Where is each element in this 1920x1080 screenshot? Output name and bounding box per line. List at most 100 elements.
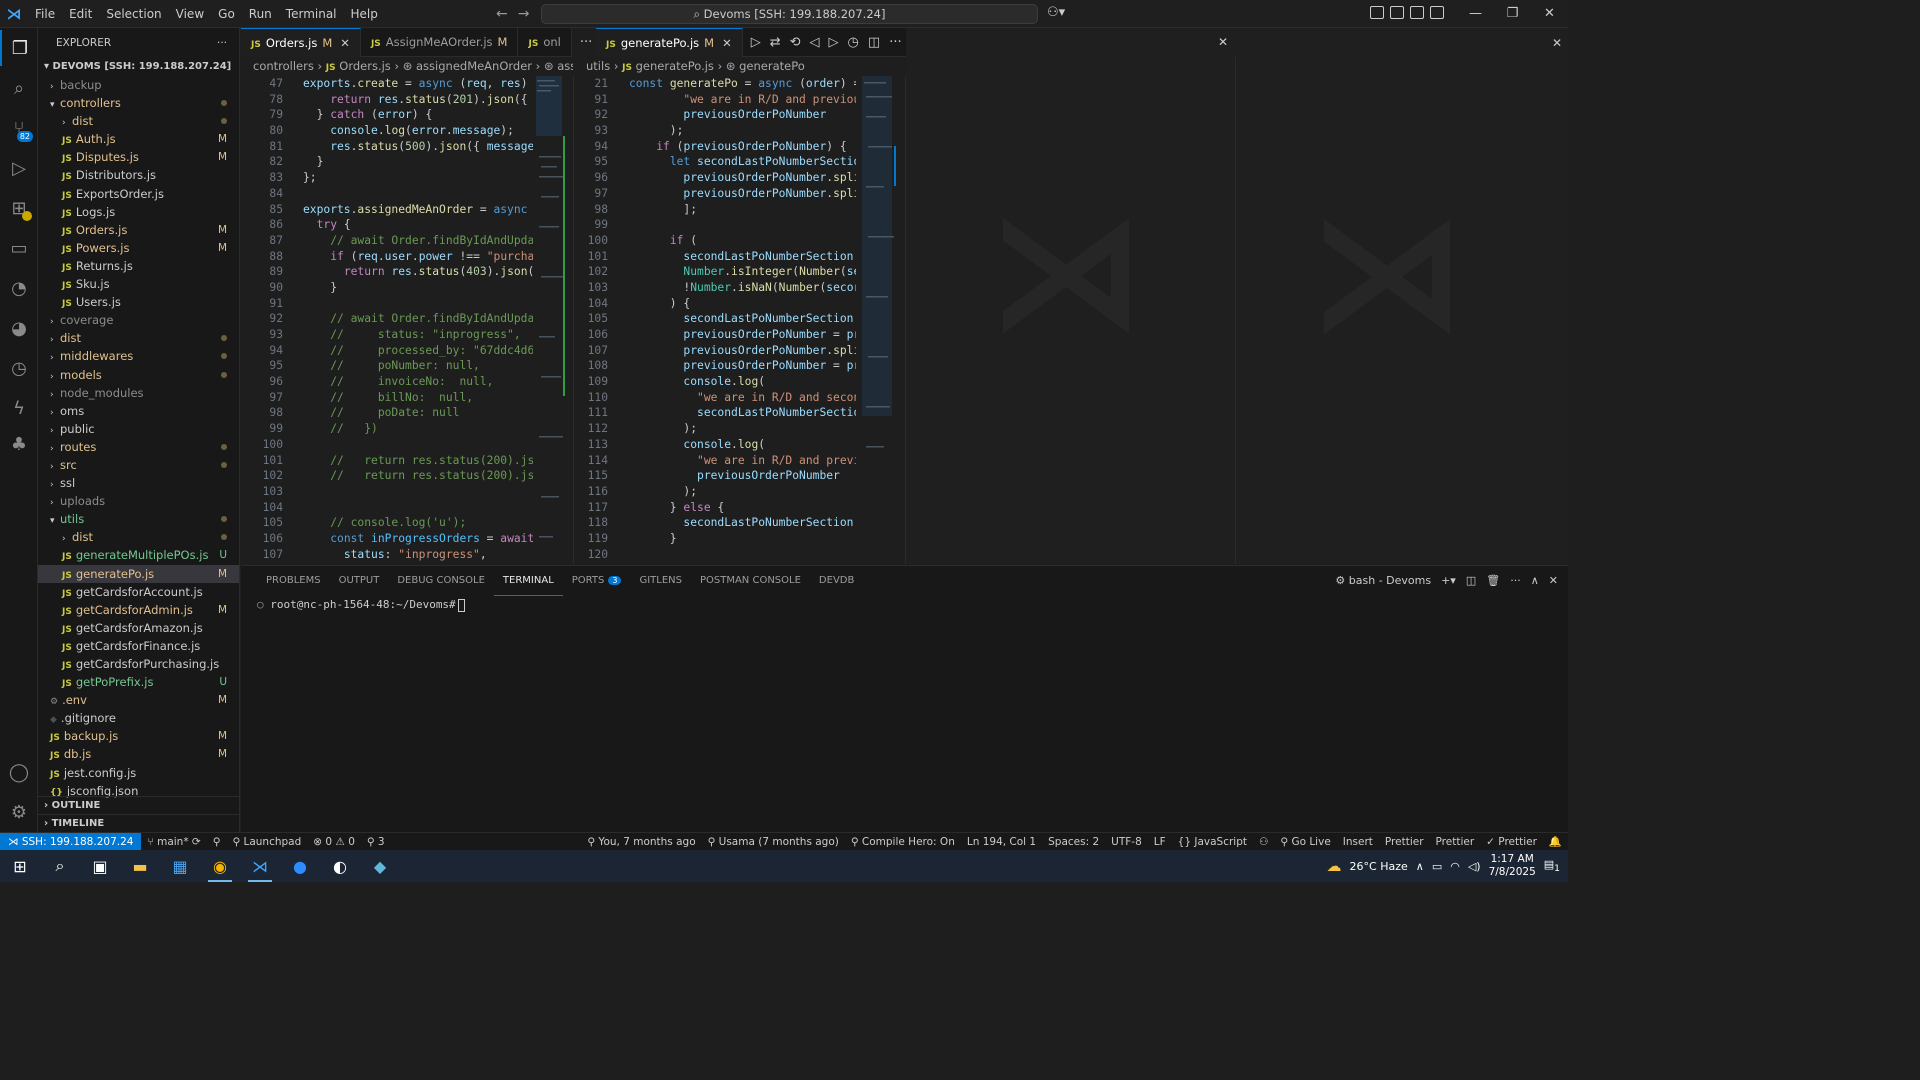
crumb-symbol[interactable]: assignedMeAnOrder	[416, 59, 532, 73]
tree-item-db-js[interactable]: JS db.js M	[38, 745, 239, 763]
copilot-icon[interactable]: ⚇▾	[1047, 5, 1065, 20]
crumb-file[interactable]: Orders.js	[339, 59, 391, 73]
explorer-icon[interactable]: ❐	[0, 30, 38, 66]
compare-icon[interactable]: ⇄	[770, 35, 781, 50]
insert-mode[interactable]: Insert	[1337, 836, 1379, 848]
close-group-icon[interactable]: ✕	[1218, 28, 1228, 57]
tree-item-utils[interactable]: ▾ utils	[38, 510, 239, 528]
close-panel-icon[interactable]: ✕	[1549, 566, 1558, 595]
menu-item-edit[interactable]: Edit	[62, 0, 99, 28]
python-icon[interactable]: ♣	[0, 426, 38, 462]
tree-item-coverage[interactable]: › coverage	[38, 311, 239, 329]
blame-item[interactable]: ⚲ You, 7 months ago	[581, 836, 701, 848]
crumb-symbol-2[interactable]: assigned	[557, 59, 573, 73]
prettier-2[interactable]: Prettier	[1430, 836, 1481, 848]
tree-item-distributors-js[interactable]: JS Distributors.js	[38, 166, 239, 184]
more-actions-icon[interactable]: ···	[580, 35, 592, 50]
workspace-root[interactable]: ▾ DEVOMS [SSH: 199.188.207.24]	[38, 58, 239, 76]
tab-onl[interactable]: JS onl	[518, 28, 572, 57]
search-icon[interactable]: ⌕	[0, 70, 38, 106]
menu-item-file[interactable]: File	[28, 0, 62, 28]
tree-item-jest-config-js[interactable]: JS jest.config.js	[38, 764, 239, 782]
source-control-icon[interactable]: ⑂ 82	[0, 110, 38, 146]
left-code[interactable]: exports.create = async (req, res) => ret…	[303, 76, 533, 562]
nav-arrows[interactable]: ←→	[496, 0, 539, 28]
store-icon[interactable]: ▦	[160, 850, 200, 882]
notifications-icon[interactable]: ▤1	[1544, 858, 1560, 874]
tree-item-ssl[interactable]: › ssl	[38, 474, 239, 492]
right-minimap[interactable]	[856, 76, 906, 564]
tree-item--gitignore[interactable]: ◆ .gitignore	[38, 709, 239, 727]
tree-item-dist[interactable]: › dist	[38, 329, 239, 347]
gitlens-icon[interactable]: ◔	[0, 270, 38, 306]
lightning-icon[interactable]: ϟ	[0, 390, 38, 426]
panel-tab-postman-console[interactable]: POSTMAN CONSOLE	[691, 566, 810, 595]
prettier-1[interactable]: Prettier	[1379, 836, 1430, 848]
menu-item-help[interactable]: Help	[344, 0, 385, 28]
panel-tab-debug-console[interactable]: DEBUG CONSOLE	[388, 566, 494, 595]
tree-item-generatepo-js[interactable]: JS generatePo.js M	[38, 564, 239, 583]
tree-item-getcardsforamazon-js[interactable]: JS getCardsforAmazon.js	[38, 619, 239, 637]
toggle-sidebar-icon[interactable]	[1390, 6, 1404, 19]
panel-tab-problems[interactable]: PROBLEMS	[257, 566, 330, 595]
encoding[interactable]: UTF-8	[1105, 836, 1148, 848]
toggle-panel-icon[interactable]	[1410, 6, 1424, 19]
tree-item-sku-js[interactable]: JS Sku.js	[38, 275, 239, 293]
panel-tab-output[interactable]: OUTPUT	[330, 566, 389, 595]
eol[interactable]: LF	[1148, 836, 1172, 848]
tree-item-controllers[interactable]: ▾ controllers	[38, 94, 239, 112]
tab-generatepo-js[interactable]: JS generatePo.js M ✕	[596, 28, 743, 57]
crumb-file[interactable]: generatePo.js	[636, 59, 714, 73]
extensions-icon[interactable]: ⊞	[0, 190, 38, 226]
outline-section[interactable]: › OUTLINE	[38, 796, 239, 814]
remote-explorer-icon[interactable]: ▭	[0, 230, 38, 266]
tree-item-orders-js[interactable]: JS Orders.js M	[38, 221, 239, 239]
menu-item-view[interactable]: View	[169, 0, 211, 28]
tree-item-getpoprefix-js[interactable]: JS getPoPrefix.js U	[38, 673, 239, 691]
postman-icon[interactable]: ◕	[0, 310, 38, 346]
menu-item-terminal[interactable]: Terminal	[279, 0, 344, 28]
wifi-icon[interactable]: ◠	[1450, 860, 1460, 873]
indentation[interactable]: Spaces: 2	[1042, 836, 1105, 848]
branch-item[interactable]: ⑂ main* ⟳	[141, 836, 206, 848]
account-icon[interactable]: ◯	[0, 754, 38, 790]
git-graph-icon[interactable]: ⚲	[207, 836, 227, 848]
command-center-search[interactable]: ⌕ Devoms [SSH: 199.188.207.24]	[541, 4, 1038, 24]
clock[interactable]: 1:17 AM 7/8/2025	[1489, 853, 1536, 879]
tree-item-users-js[interactable]: JS Users.js	[38, 293, 239, 311]
crumb-folder[interactable]: utils	[586, 59, 610, 73]
vscode-taskbar-icon[interactable]: ⋊	[240, 850, 280, 882]
tree-item-routes[interactable]: › routes	[38, 438, 239, 456]
tab-assignmeaorder-js[interactable]: JS AssignMeAOrder.js M	[361, 28, 519, 57]
timeline-icon[interactable]: ◷	[848, 35, 859, 50]
panel-tab-terminal[interactable]: TERMINAL	[493, 566, 563, 596]
volume-icon[interactable]: ◁)	[1468, 860, 1481, 873]
timeline-section[interactable]: › TIMELINE	[38, 814, 239, 832]
bell-icon[interactable]: 🔔	[1543, 835, 1568, 848]
zoom-icon[interactable]: ●	[280, 850, 320, 882]
customize-layout-icon[interactable]	[1370, 6, 1384, 19]
compass-app-icon[interactable]: ◐	[320, 850, 360, 882]
tree-item-getcardsforaccount-js[interactable]: JS getCardsforAccount.js	[38, 583, 239, 601]
tree-item-generatemultiplepos-js[interactable]: JS generateMultiplePOs.js U	[38, 546, 239, 564]
more-actions-icon[interactable]: ···	[889, 35, 901, 50]
more-icon[interactable]: ···	[1510, 566, 1521, 595]
close-tab-icon[interactable]: ✕	[722, 36, 732, 50]
weather-label[interactable]: 26°C Haze	[1350, 860, 1408, 873]
battery-icon[interactable]: ▭	[1432, 860, 1442, 873]
kill-terminal-icon[interactable]: 🗑	[1486, 566, 1500, 595]
tree-item-backup-js[interactable]: JS backup.js M	[38, 727, 239, 745]
app-icon[interactable]: ◆	[360, 850, 400, 882]
left-editor[interactable]: 47 78 79 80 81 82 83 84 85 86 87 88 89 90 91 92 93 94 95 96…	[241, 76, 533, 564]
task-view-icon[interactable]: ▣	[80, 850, 120, 882]
tree-item-uploads[interactable]: › uploads	[38, 492, 239, 510]
tree-item--env[interactable]: ⚙ .env M	[38, 691, 239, 709]
right-editor[interactable]: 21 91 92 93 94 95 96 97 98 99 100 101 102 103 104 105 10…	[573, 76, 856, 564]
close-tab-icon[interactable]: ✕	[340, 36, 350, 50]
windows-start-icon[interactable]: ⊞	[0, 850, 40, 882]
tree-item-returns-js[interactable]: JS Returns.js	[38, 257, 239, 275]
ports-item[interactable]: ⚲ 3	[361, 836, 391, 848]
tree-item-getcardsforfinance-js[interactable]: JS getCardsforFinance.js	[38, 637, 239, 655]
menu-item-run[interactable]: Run	[242, 0, 279, 28]
settings-gear-icon[interactable]: ⚙	[0, 794, 38, 830]
